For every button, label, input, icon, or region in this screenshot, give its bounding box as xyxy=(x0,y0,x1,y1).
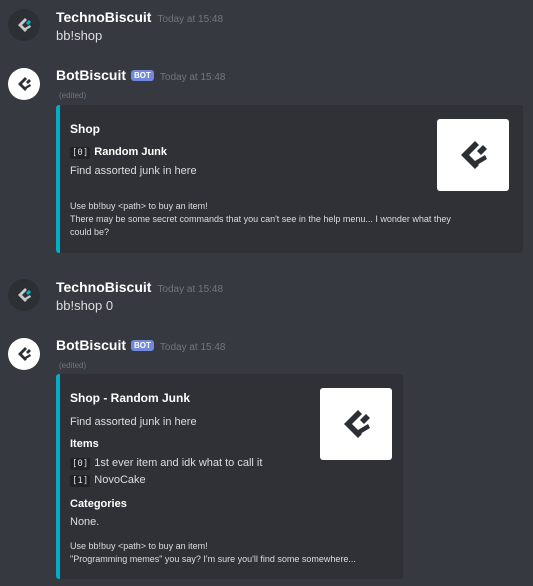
categories-value: None. xyxy=(70,516,100,528)
username[interactable]: TechnoBiscuit xyxy=(56,279,151,295)
message-4: BotBiscuit BOT Today at 15:48 (edited) S… xyxy=(0,330,533,586)
biscuit-logo-icon xyxy=(18,347,31,361)
message-content: bb!shop 0 xyxy=(56,298,114,313)
embed-footer: Use bb!buy <path> to buy an item! "Progr… xyxy=(70,540,400,566)
username[interactable]: BotBiscuit xyxy=(56,337,126,353)
categories-header: Categories xyxy=(70,498,127,510)
username[interactable]: BotBiscuit xyxy=(56,67,126,83)
username[interactable]: TechnoBiscuit xyxy=(56,9,151,25)
biscuit-logo-icon xyxy=(18,288,31,302)
biscuit-logo-icon xyxy=(344,410,370,438)
shop-embed: Shop [0] Random Junk Find assorted junk i… xyxy=(56,105,523,253)
message-2: BotBiscuit BOT Today at 15:48 (edited) S… xyxy=(0,60,533,260)
footer-line: Use bb!buy <path> to buy an item! xyxy=(70,201,208,211)
embed-thumbnail[interactable] xyxy=(320,388,392,460)
timestamp: Today at 15:48 xyxy=(159,342,226,353)
item-code: [1] xyxy=(70,475,91,487)
footer-line: Use bb!buy <path> to buy an item! xyxy=(70,541,208,551)
timestamp: Today at 15:48 xyxy=(159,72,226,83)
item-code: [0] xyxy=(70,147,91,159)
message-content: bb!shop xyxy=(56,28,103,43)
item-row: [0] 1st ever item and idk what to call it xyxy=(70,457,263,470)
bot-avatar[interactable] xyxy=(8,338,40,370)
message-header: BotBiscuit BOT Today at 15:48 xyxy=(56,67,226,83)
timestamp: Today at 15:48 xyxy=(157,284,224,295)
user-avatar[interactable] xyxy=(8,279,40,311)
embed-title: Shop - Random Junk xyxy=(70,391,190,405)
item-code: [0] xyxy=(70,458,91,470)
timestamp: Today at 15:48 xyxy=(157,14,224,25)
edited-label: (edited) xyxy=(59,361,87,370)
embed-footer: Use bb!buy <path> to buy an item! There … xyxy=(70,200,510,239)
shop-embed: Shop - Random Junk Find assorted junk in… xyxy=(56,374,403,579)
item-name: NovoCake xyxy=(94,474,146,486)
message-header: TechnoBiscuit Today at 15:48 xyxy=(56,279,223,295)
user-avatar[interactable] xyxy=(8,9,40,41)
message-header: TechnoBiscuit Today at 15:48 xyxy=(56,9,223,25)
footer-line: "Programming memes" you say? I'm sure yo… xyxy=(70,554,356,564)
bot-badge: BOT xyxy=(131,70,154,81)
embed-description: Find assorted junk in here xyxy=(70,165,197,177)
bot-badge: BOT xyxy=(131,340,154,351)
embed-title: Shop xyxy=(70,122,100,136)
footer-line: There may be some secret commands that y… xyxy=(70,214,451,224)
edited-label: (edited) xyxy=(59,91,87,100)
biscuit-logo-icon xyxy=(18,77,31,91)
item-row: [1] NovoCake xyxy=(70,474,146,487)
item-name: Random Junk xyxy=(94,146,167,158)
embed-description: Find assorted junk in here xyxy=(70,416,197,428)
footer-line: could be? xyxy=(70,227,110,237)
biscuit-logo-icon xyxy=(18,18,31,32)
message-header: BotBiscuit BOT Today at 15:48 xyxy=(56,337,226,353)
items-header: Items xyxy=(70,438,99,450)
biscuit-logo-icon xyxy=(461,141,487,169)
bot-avatar[interactable] xyxy=(8,68,40,100)
item-name: 1st ever item and idk what to call it xyxy=(94,457,263,469)
embed-thumbnail[interactable] xyxy=(437,119,509,191)
embed-item: [0] Random Junk xyxy=(70,146,167,159)
message-1: TechnoBiscuit Today at 15:48 bb!shop xyxy=(0,0,533,50)
message-3: TechnoBiscuit Today at 15:48 bb!shop 0 xyxy=(0,270,533,320)
